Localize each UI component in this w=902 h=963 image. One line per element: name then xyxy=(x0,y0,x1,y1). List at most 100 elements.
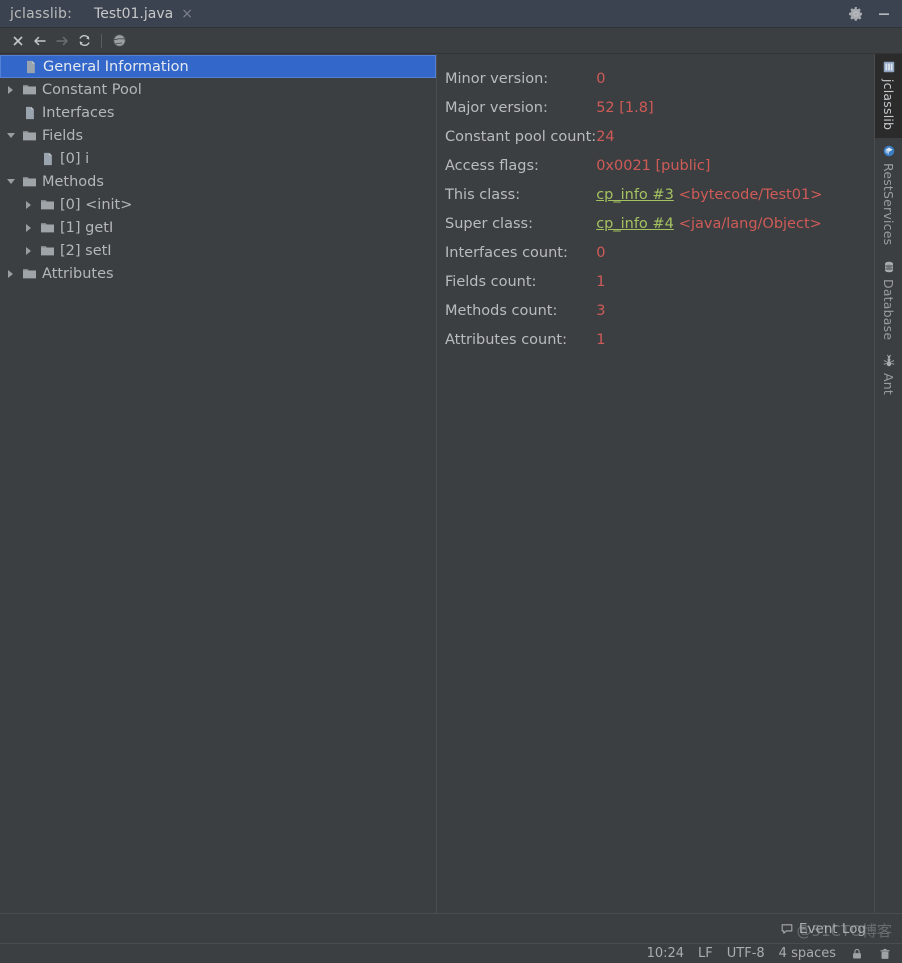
event-log-row: Event Log xyxy=(0,913,902,943)
chevron-right-icon[interactable] xyxy=(20,200,37,209)
tree-item-label: General Information xyxy=(43,58,189,75)
chevron-right-icon[interactable] xyxy=(2,269,19,278)
folder-icon xyxy=(22,85,36,95)
ant-icon xyxy=(882,354,896,368)
tool-window-tab-database[interactable]: Database xyxy=(875,254,902,348)
info-row: Fields count: 1 xyxy=(445,267,822,296)
tree-item-attributes[interactable]: Attributes xyxy=(0,262,436,285)
back-button[interactable] xyxy=(29,30,51,52)
event-log-button[interactable]: Event Log xyxy=(780,921,866,937)
class-file-icon xyxy=(26,60,35,73)
lock-icon[interactable] xyxy=(850,947,864,961)
tree-item-methods[interactable]: Methods xyxy=(0,170,436,193)
globe-icon xyxy=(113,34,125,47)
trash-icon[interactable] xyxy=(878,947,892,961)
info-value: 0 xyxy=(596,244,606,261)
tree-item-interfaces[interactable]: Interfaces xyxy=(0,101,436,124)
chevron-down-icon[interactable] xyxy=(2,133,19,138)
folder-icon xyxy=(19,129,39,142)
tree-item-label: Methods xyxy=(42,173,104,190)
tree-item-constant-pool[interactable]: Constant Pool xyxy=(0,78,436,101)
status-bar: 10:24 LF UTF-8 4 spaces xyxy=(0,943,902,963)
tree-item-0-init[interactable]: [0] <init> xyxy=(0,193,436,216)
info-label: Access flags: xyxy=(445,157,539,174)
info-value: 1 xyxy=(596,331,606,348)
tool-window-tab-label: jclasslib xyxy=(881,79,896,131)
status-time: 10:24 xyxy=(646,946,685,961)
folder-icon xyxy=(37,221,57,234)
tree-item-2-seti[interactable]: [2] setI xyxy=(0,239,436,262)
info-value: 3 xyxy=(596,302,606,319)
window-controls xyxy=(848,6,902,22)
tree-item-label: Constant Pool xyxy=(42,81,142,98)
info-row: Interfaces count: 0 xyxy=(445,238,822,267)
info-row: Methods count: 3 xyxy=(445,296,822,325)
close-icon xyxy=(13,35,23,46)
tree-item-1-geti[interactable]: [1] getI xyxy=(0,216,436,239)
general-information-table: Minor version: 0 Major version: 52 [1.8] Con… xyxy=(445,64,822,354)
info-row: Super class: cp_info #4 <java/lang/Object> xyxy=(445,209,822,238)
tree-item-label: [1] getI xyxy=(60,219,114,236)
tool-window-tab-label: Database xyxy=(881,278,896,340)
info-label: This class: xyxy=(445,186,521,203)
info-row: Access flags: 0x0021 [public] xyxy=(445,151,822,180)
database-icon xyxy=(882,260,896,274)
rest-icon xyxy=(882,144,896,158)
tool-window-tab-jclasslib[interactable]: jclasslib xyxy=(875,54,902,139)
folder-icon xyxy=(40,223,54,233)
folder-icon xyxy=(22,177,36,187)
app-title: jclasslib: xyxy=(10,5,73,22)
info-value: 0x0021 [public] xyxy=(596,157,711,174)
tree-item-label: Interfaces xyxy=(42,104,115,121)
tool-window-tab-restservices[interactable]: RestServices xyxy=(875,138,902,253)
status-line-separator[interactable]: LF xyxy=(698,946,713,961)
file-tab-label[interactable]: Test01.java xyxy=(94,6,173,22)
class-file-icon xyxy=(37,152,57,166)
tree-item-fields[interactable]: Fields xyxy=(0,124,436,147)
constant-pool-description: <bytecode/Test01> xyxy=(678,186,823,203)
constant-pool-link[interactable]: cp_info #4 xyxy=(596,216,674,232)
tool-window-tab-ant[interactable]: Ant xyxy=(875,348,902,403)
grid-icon xyxy=(882,60,896,74)
minimize-icon[interactable] xyxy=(876,6,892,22)
info-value: cp_info #4 <java/lang/Object> xyxy=(596,209,822,238)
class-file-icon xyxy=(43,152,52,165)
tool-bar xyxy=(0,28,902,54)
close-button[interactable] xyxy=(7,30,29,52)
folder-icon xyxy=(19,267,39,280)
info-value: 1 xyxy=(596,273,606,290)
arrow-left-icon xyxy=(34,36,46,45)
folder-icon xyxy=(22,269,36,279)
folder-icon xyxy=(40,246,54,256)
constant-pool-link[interactable]: cp_info #3 xyxy=(596,187,674,203)
info-label: Attributes count: xyxy=(445,331,567,348)
reload-button[interactable] xyxy=(73,30,95,52)
tree-item-0-i[interactable]: [0] i xyxy=(0,147,436,170)
forward-button[interactable] xyxy=(51,30,73,52)
gear-icon[interactable] xyxy=(848,6,864,22)
chevron-down-icon[interactable] xyxy=(2,179,19,184)
status-indent[interactable]: 4 spaces xyxy=(779,946,836,961)
tree-item-label: [2] setI xyxy=(60,242,112,259)
browse-button[interactable] xyxy=(108,30,130,52)
info-row: Attributes count: 1 xyxy=(445,325,822,354)
info-label: Fields count: xyxy=(445,273,537,290)
info-row: Constant pool count: 24 xyxy=(445,122,822,151)
info-label: Methods count: xyxy=(445,302,558,319)
folder-icon xyxy=(19,175,39,188)
chevron-right-icon[interactable] xyxy=(20,223,37,232)
tree-item-label: [0] <init> xyxy=(60,196,133,213)
tree-item-general-information[interactable]: General Information xyxy=(0,55,436,78)
title-bar: jclasslib: Test01.java × xyxy=(0,0,902,28)
chevron-right-icon[interactable] xyxy=(2,85,19,94)
status-encoding[interactable]: UTF-8 xyxy=(727,946,765,961)
info-row: This class: cp_info #3 <bytecode/Test01> xyxy=(445,180,822,209)
info-label: Interfaces count: xyxy=(445,244,568,261)
info-row: Minor version: 0 xyxy=(445,64,822,93)
close-tab-icon[interactable]: × xyxy=(181,7,193,21)
tool-window-bar-right[interactable]: jclasslib RestServices Database Ant xyxy=(874,54,902,913)
class-structure-tree[interactable]: General Information Constant Pool Interfac… xyxy=(0,54,437,913)
chevron-right-icon[interactable] xyxy=(20,246,37,255)
class-file-icon xyxy=(25,106,34,119)
folder-icon xyxy=(19,83,39,96)
